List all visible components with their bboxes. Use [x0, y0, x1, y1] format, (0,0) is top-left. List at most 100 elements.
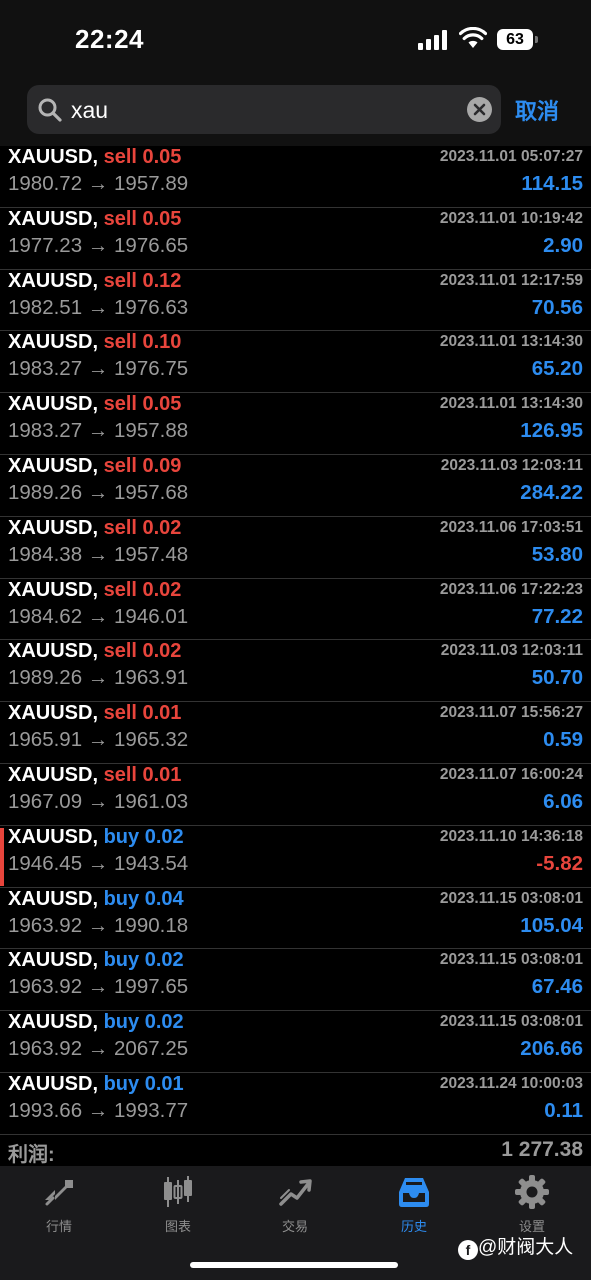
- trade-symbol: XAUUSD,: [8, 1072, 99, 1095]
- trade-row[interactable]: XAUUSD, buy 0.04 2023.11.15 03:08:01 1963.…: [0, 888, 591, 950]
- cancel-button[interactable]: 取消: [515, 94, 559, 126]
- trade-side: sell: [103, 640, 137, 663]
- trade-side: sell: [103, 454, 137, 477]
- trade-row[interactable]: XAUUSD, buy 0.02 2023.11.10 14:36:18 1946.…: [0, 826, 591, 888]
- tab-history[interactable]: 历史: [364, 1174, 464, 1244]
- open-price: 1965.91: [8, 728, 83, 752]
- trade-prices: 1989.26 → 1957.68: [8, 481, 188, 505]
- trade-prices: 1980.72 → 1957.89: [8, 172, 188, 196]
- trade-row[interactable]: XAUUSD, buy 0.02 2023.11.15 03:08:01 1963.…: [0, 1011, 591, 1073]
- tab-label: 行情: [45, 1219, 72, 1234]
- trade-title: XAUUSD, buy 0.02: [8, 1011, 184, 1033]
- trade-profit: 50.70: [531, 666, 583, 690]
- wifi-icon: [459, 27, 487, 48]
- trade-prices: 1965.91 → 1965.32: [8, 728, 188, 752]
- trade-row[interactable]: XAUUSD, sell 0.05 2023.11.01 13:14:30 1983…: [0, 393, 591, 455]
- close-price: 2067.25: [114, 1037, 189, 1061]
- tab-trade[interactable]: 交易: [245, 1174, 345, 1244]
- arrow-right-icon: →: [87, 789, 109, 813]
- trade-row[interactable]: XAUUSD, sell 0.01 2023.11.07 15:56:27 1965…: [0, 702, 591, 764]
- open-price: 1984.38: [8, 542, 83, 566]
- trade-title: XAUUSD, sell 0.05: [8, 393, 181, 415]
- trade-title: XAUUSD, sell 0.12: [8, 270, 181, 292]
- trade-symbol: XAUUSD,: [8, 393, 99, 416]
- status-bar: 22:24 63: [0, 0, 591, 80]
- trade-date: 2023.11.07 15:56:27: [439, 704, 583, 722]
- battery-level: 63: [497, 29, 533, 50]
- trade-prices: 1984.62 → 1946.01: [8, 605, 188, 629]
- trade-side: sell: [103, 763, 137, 786]
- close-price: 1997.65: [114, 975, 189, 999]
- settings-icon: [515, 1175, 549, 1209]
- arrow-right-icon: →: [87, 480, 109, 504]
- trade-title: XAUUSD, buy 0.02: [8, 826, 184, 848]
- trade-row[interactable]: XAUUSD, sell 0.09 2023.11.03 12:03:11 1989…: [0, 455, 591, 517]
- close-price: 1957.89: [114, 172, 189, 195]
- trade-symbol: XAUUSD,: [8, 887, 99, 910]
- trade-side: buy: [103, 887, 140, 910]
- trade-title: XAUUSD, buy 0.01: [8, 1073, 184, 1095]
- profit-total: 1 277.38: [501, 1138, 583, 1161]
- trade-side: sell: [103, 516, 137, 539]
- trade-history-list: XAUUSD, sell 0.05 2023.11.01 05:07:27 1980…: [0, 146, 591, 1135]
- trade-row[interactable]: XAUUSD, sell 0.02 2023.11.06 17:03:51 1984…: [0, 517, 591, 579]
- open-price: 1963.92: [8, 1037, 83, 1061]
- close-price: 1963.91: [114, 666, 189, 690]
- tab-label: 图表: [164, 1219, 191, 1234]
- trade-symbol: XAUUSD,: [8, 578, 99, 601]
- trade-row[interactable]: XAUUSD, sell 0.01 2023.11.07 16:00:24 1967…: [0, 764, 591, 826]
- trade-row[interactable]: XAUUSD, sell 0.10 2023.11.01 13:14:30 1983…: [0, 331, 591, 394]
- trade-title: XAUUSD, sell 0.02: [8, 579, 181, 601]
- trade-row[interactable]: XAUUSD, sell 0.05 2023.11.01 05:07:27 1980…: [0, 146, 591, 208]
- trade-profit: 105.04: [520, 913, 583, 937]
- trade-volume: 0.01: [142, 702, 182, 725]
- trade-volume: 0.09: [142, 454, 182, 477]
- trade-volume: 0.05: [142, 393, 182, 416]
- trade-row[interactable]: XAUUSD, sell 0.05 2023.11.01 10:19:42 1977…: [0, 208, 591, 270]
- trade-date: 2023.11.24 10:00:03: [439, 1074, 583, 1092]
- open-price: 1983.27: [8, 357, 83, 381]
- trade-profit: 0.11: [544, 1098, 583, 1122]
- trade-title: XAUUSD, sell 0.09: [8, 455, 181, 477]
- arrow-right-icon: →: [87, 913, 109, 937]
- trade-date: 2023.11.07 16:00:24: [439, 765, 583, 783]
- battery-tip: [535, 36, 538, 43]
- close-price: 1957.88: [114, 419, 189, 443]
- open-price: 1989.26: [8, 666, 83, 690]
- trade-volume: 0.10: [142, 331, 182, 354]
- trade-row[interactable]: XAUUSD, buy 0.02 2023.11.15 03:08:01 1963.…: [0, 949, 591, 1012]
- tab-quotes[interactable]: 行情: [9, 1174, 109, 1244]
- trade-profit: 0.59: [543, 728, 583, 752]
- trade-volume: 0.02: [144, 825, 184, 848]
- trade-date: 2023.11.06 17:03:51: [439, 518, 583, 536]
- trade-symbol: XAUUSD,: [8, 516, 99, 539]
- trade-profit: 70.56: [531, 295, 583, 319]
- search-box[interactable]: [27, 85, 501, 134]
- open-price: 1946.45: [8, 851, 83, 875]
- history-icon: [399, 1178, 429, 1207]
- tab-label: 历史: [400, 1219, 427, 1234]
- clear-search-icon[interactable]: [467, 97, 492, 122]
- home-indicator[interactable]: [190, 1262, 398, 1268]
- arrow-right-icon: →: [87, 728, 109, 752]
- trade-title: XAUUSD, sell 0.10: [8, 331, 181, 353]
- tab-chart[interactable]: 图表: [128, 1174, 228, 1244]
- trade-row[interactable]: XAUUSD, sell 0.02 2023.11.03 12:03:11 1989…: [0, 640, 591, 703]
- trade-date: 2023.11.01 10:19:42: [439, 209, 583, 227]
- trade-row[interactable]: XAUUSD, buy 0.01 2023.11.24 10:00:03 1993.…: [0, 1073, 591, 1135]
- trade-side: sell: [103, 207, 137, 230]
- trade-side: sell: [103, 331, 137, 354]
- trade-prices: 1989.26 → 1963.91: [8, 666, 188, 690]
- trade-profit: 6.06: [543, 789, 583, 813]
- search-input[interactable]: [71, 93, 451, 127]
- trade-row[interactable]: XAUUSD, sell 0.12 2023.11.01 12:17:59 1982…: [0, 270, 591, 332]
- trade-profit: 284.22: [520, 480, 583, 504]
- trade-side: sell: [103, 393, 137, 416]
- trade-prices: 1993.66 → 1993.77: [8, 1099, 188, 1123]
- trade-side: buy: [103, 825, 140, 848]
- trade-side: buy: [103, 1011, 140, 1034]
- trade-row[interactable]: XAUUSD, sell 0.02 2023.11.06 17:22:23 1984…: [0, 579, 591, 641]
- open-price: 1963.92: [8, 975, 83, 999]
- close-price: 1957.68: [114, 480, 189, 504]
- trade-side: sell: [103, 702, 137, 725]
